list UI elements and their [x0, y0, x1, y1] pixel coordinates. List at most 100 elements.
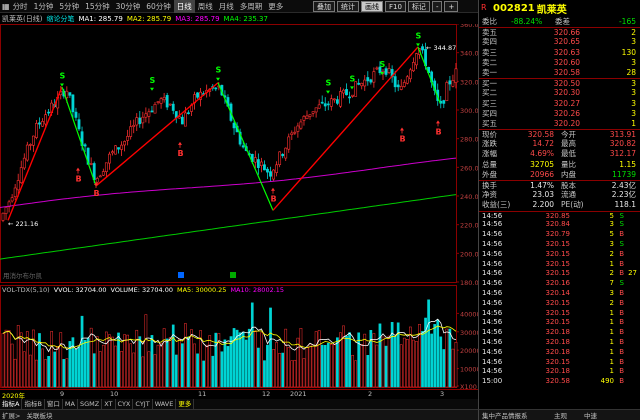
tool-button[interactable]: 画线 [361, 1, 383, 12]
indicator-tab[interactable]: XT [102, 399, 116, 409]
indicator-tab[interactable]: 更多 [176, 399, 195, 409]
tick-time: 14:56 [482, 239, 503, 248]
tool-button[interactable]: + [444, 1, 459, 12]
grid-icon[interactable]: ▦ [2, 2, 10, 11]
tool-button[interactable]: 标记 [407, 1, 430, 12]
period-tab[interactable]: 60分钟 [143, 0, 174, 13]
period-tab[interactable]: 日线 [173, 0, 195, 13]
volume-bar [253, 331, 257, 388]
candle-body [326, 103, 330, 106]
tick-price: 320.18 [545, 367, 571, 376]
stat-value: 11739 [612, 169, 636, 179]
tick-direction: B [619, 367, 624, 376]
bid-label: 买二 [482, 88, 497, 98]
status-mid[interactable]: 关联板块 [26, 410, 52, 420]
volume-bar [147, 351, 151, 388]
period-tab[interactable]: 5分钟 [56, 0, 82, 13]
indicator-tab[interactable]: WAVE [153, 399, 177, 409]
y-tick-label: 200.0 [460, 250, 478, 258]
volume-bar [214, 332, 218, 388]
y-tick-label: 360.0 [460, 24, 478, 29]
quote-row: 卖一 320.58 28 [479, 68, 640, 78]
candlestick-chart[interactable]: 360.0 340.0 320.0 300.0 280.0 260.0 240.0 220.0… [0, 24, 478, 285]
period-tab[interactable]: 30分钟 [113, 0, 144, 13]
candle-body [384, 68, 388, 75]
volume-bar [244, 339, 248, 388]
candle-body [311, 111, 315, 114]
volume-bar [275, 342, 278, 388]
tick-time: 14:56 [482, 269, 503, 278]
tool-button[interactable]: F10 [385, 1, 406, 12]
volume-bar [53, 351, 57, 388]
ma-line-purple [0, 157, 457, 208]
candle-body [296, 125, 300, 132]
indicator-tab[interactable]: MA [63, 399, 78, 409]
tool-button[interactable]: 叠加 [313, 1, 335, 12]
quote-row: 卖五 320.66 2 [479, 27, 640, 37]
candle-body [320, 101, 324, 104]
volume-bar [4, 329, 8, 388]
candle-body [287, 136, 291, 150]
volume-chart[interactable]: 40000300002000010000X100 [0, 285, 478, 389]
volume-bar [196, 353, 199, 388]
tick-row: 14:56 320.16 7 S [479, 279, 640, 289]
tick-volume: 1 [609, 259, 614, 268]
candle-body [275, 164, 279, 173]
volume-bar [263, 360, 266, 388]
period-tab[interactable]: 分时 [10, 0, 31, 13]
volume-bar [95, 336, 99, 388]
tool-button[interactable]: 统计 [337, 1, 359, 12]
chart-format[interactable]: 缩论分笔 [46, 14, 74, 24]
period-tab[interactable]: 月线 [216, 0, 237, 13]
indicator-tab[interactable]: SGMZ [78, 399, 103, 409]
period-tab[interactable]: 周线 [195, 0, 216, 13]
volume-bar [193, 343, 196, 388]
stat-label: 外盘 [482, 169, 497, 179]
tool-button[interactable]: - [431, 1, 443, 12]
tick-row: 14:56 320.15 1 B [479, 358, 640, 368]
event-marker[interactable] [230, 272, 236, 278]
tick-time: 15:00 [482, 377, 503, 386]
tick-time: 14:56 [482, 318, 503, 327]
volume-bar [436, 319, 440, 388]
volume-bar [16, 325, 20, 388]
quote-row: 买三 320.27 3 [479, 99, 640, 109]
stock-code[interactable]: 002821 [493, 3, 535, 14]
tick-row: 14:56 320.18 1 B [479, 367, 640, 377]
quote-row: 卖二 320.60 3 [479, 58, 640, 68]
tick-price: 320.15 [545, 357, 571, 366]
candle-body [108, 153, 111, 164]
buy-signal: B [400, 135, 406, 144]
volume-bar [366, 355, 370, 388]
tick-direction: S [619, 279, 624, 288]
event-marker[interactable] [178, 272, 184, 278]
period-tab[interactable]: 多周期 [237, 0, 266, 13]
quote-row: 涨幅 4.69% 最低 312.17 [479, 149, 640, 159]
indicator-tab[interactable]: 窗口 [45, 399, 63, 409]
volume-bar [427, 299, 430, 388]
stock-name[interactable]: 凯莱英 [537, 1, 567, 16]
right-status-right: 中速 [584, 412, 597, 420]
indicator-tab[interactable]: 指标A [0, 399, 23, 409]
candle-body [253, 157, 257, 163]
low-label: ← 221.16 [8, 220, 38, 228]
period-tab[interactable]: 15分钟 [82, 0, 113, 13]
indicator-tab[interactable]: CYX [116, 399, 134, 409]
volume-bar [387, 335, 391, 388]
period-tab[interactable]: 1分钟 [31, 0, 57, 13]
indicator-tab[interactable]: CYJT [133, 399, 153, 409]
y-tick-label: 220.0 [460, 222, 478, 230]
candle-body [214, 87, 218, 90]
candle-body [402, 82, 406, 87]
candle-body [135, 117, 139, 126]
candle-body [332, 98, 336, 101]
sell-signal: S [350, 74, 356, 83]
status-left[interactable]: 扩展> [2, 410, 20, 420]
candle-body [399, 86, 403, 90]
tick-direction: B [619, 259, 624, 268]
chart-label: 凯莱英(日线) [2, 14, 43, 23]
indicator-tab[interactable]: 指标B [22, 399, 45, 409]
volume-bar [326, 342, 330, 388]
tick-direction: S [619, 239, 624, 248]
period-tab[interactable]: 更多 [265, 0, 286, 13]
